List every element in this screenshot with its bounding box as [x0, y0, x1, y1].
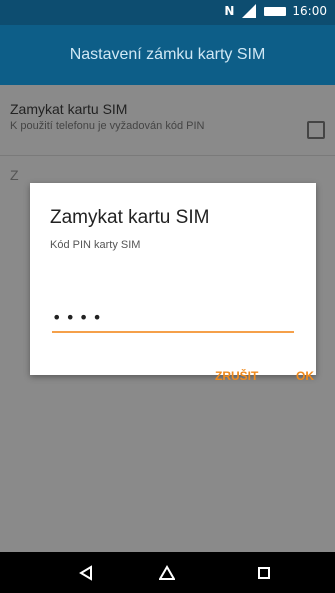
lock-sim-subtitle: K použití telefonu je vyžadován kód PIN	[10, 120, 205, 132]
page-title: Nastavení zámku karty SIM	[69, 46, 266, 63]
dialog-title: Zamykat kartu SIM	[50, 207, 210, 228]
pin-input[interactable]	[52, 305, 294, 333]
lock-sim-title: Zamykat kartu SIM	[10, 101, 128, 117]
status-time: 16:00	[292, 4, 327, 18]
divider	[0, 155, 335, 156]
recent-apps-icon	[258, 566, 270, 579]
battery-icon	[264, 6, 287, 16]
home-button[interactable]	[137, 552, 197, 593]
back-button[interactable]	[56, 552, 116, 593]
lock-sim-checkbox[interactable]	[307, 121, 325, 139]
back-icon	[79, 564, 92, 581]
pin-dialog: Zamykat kartu SIM Kód PIN karty SIM ZRUŠ…	[30, 183, 316, 383]
navigation-bar	[0, 552, 335, 593]
nfc-icon: N	[224, 4, 235, 18]
status-icons: N 16:00	[224, 4, 327, 18]
recent-apps-button[interactable]	[234, 552, 294, 593]
app-bar: Nastavení zámku karty SIM	[0, 25, 335, 85]
change-pin-setting[interactable]: Z	[10, 167, 19, 183]
status-bar: N 16:00	[0, 0, 335, 25]
lock-sim-setting[interactable]: Zamykat kartu SIM K použití telefonu je …	[10, 101, 325, 133]
home-icon	[159, 564, 175, 580]
dialog-message: Kód PIN karty SIM	[50, 239, 141, 251]
cancel-button[interactable]: ZRUŠIT	[215, 369, 258, 383]
ok-button[interactable]: OK	[296, 369, 314, 383]
signal-icon	[242, 4, 257, 18]
